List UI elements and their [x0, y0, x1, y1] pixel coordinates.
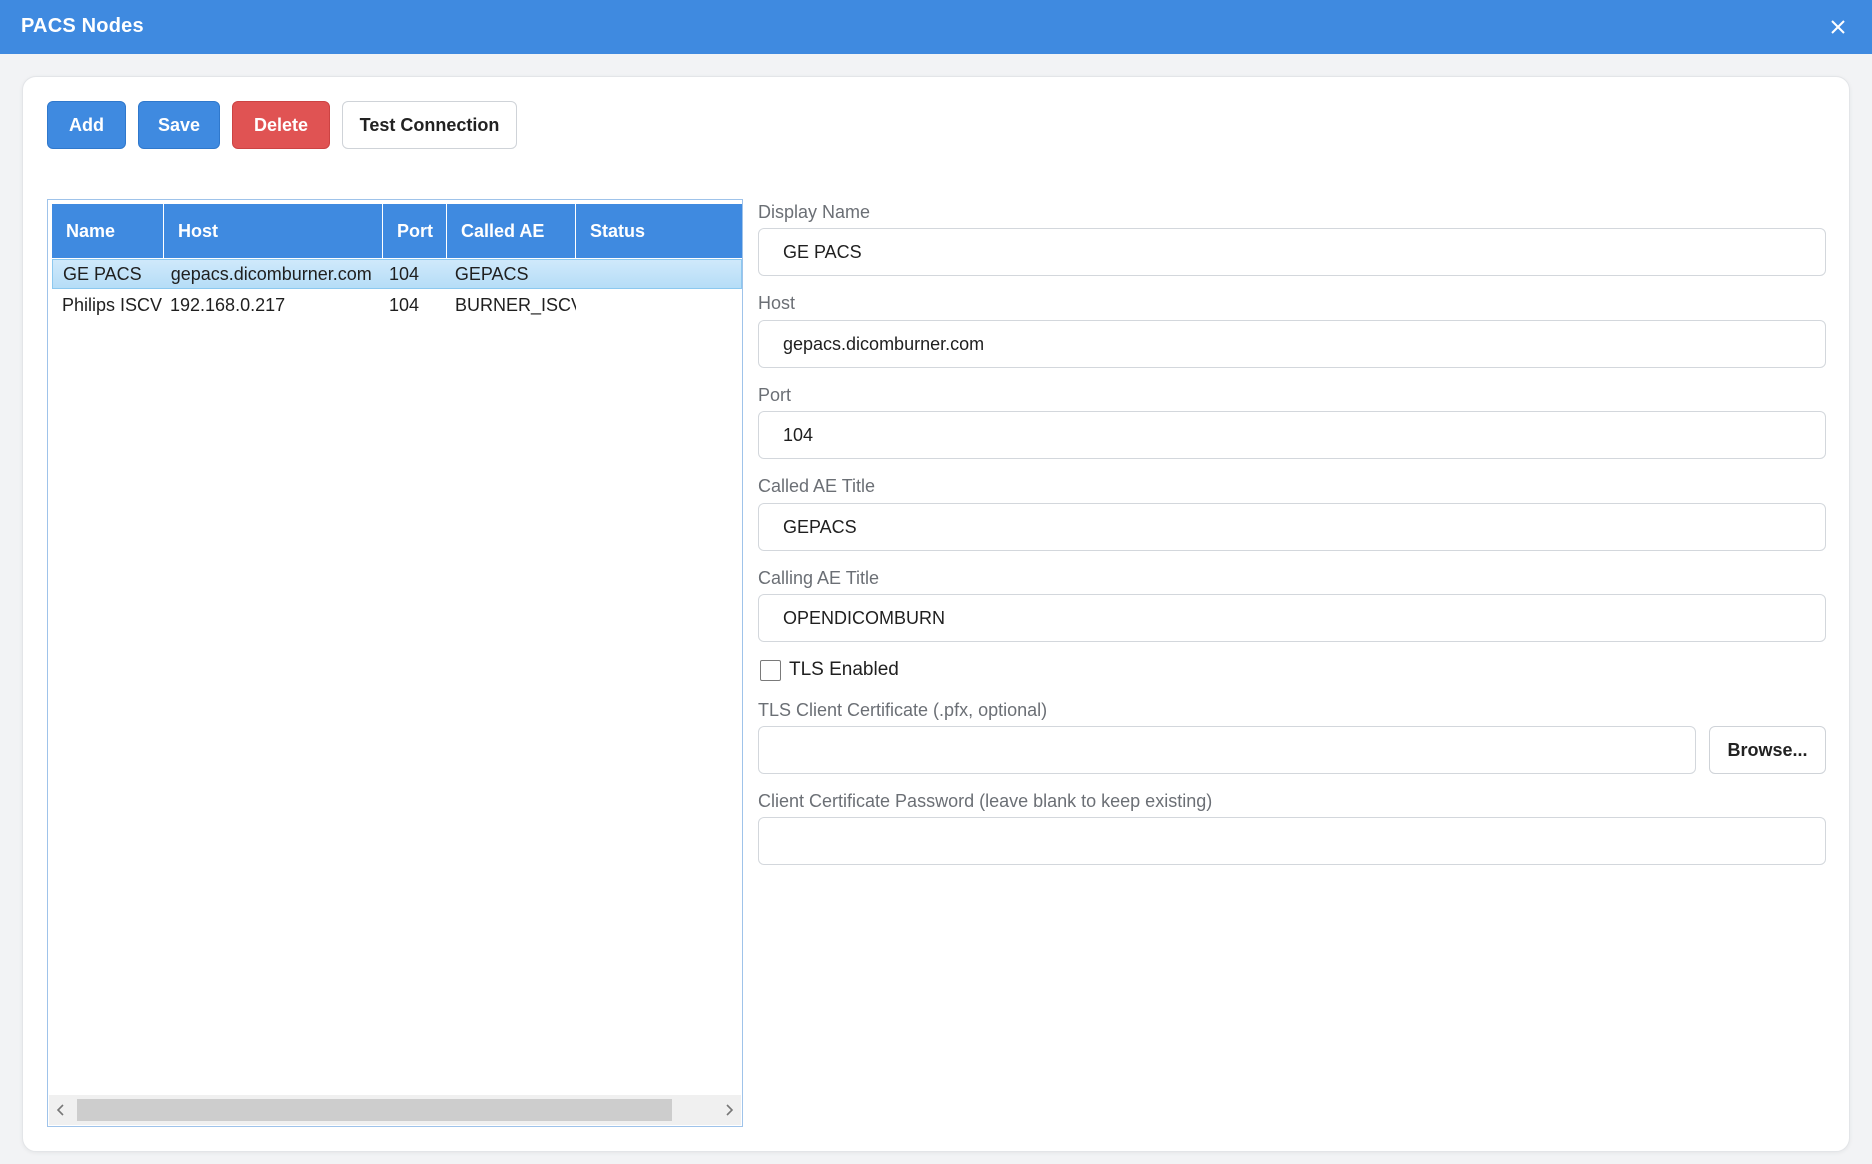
calling-ae-title-field[interactable]: [758, 594, 1826, 642]
cell-port: 104: [389, 294, 420, 315]
column-header-called-ae[interactable]: Called AE: [447, 204, 576, 258]
calling-ae-title-label: Calling AE Title: [758, 568, 880, 588]
called-ae-title-field[interactable]: [758, 503, 1826, 551]
tls-certificate-label: TLS Client Certificate (.pfx, optional): [758, 700, 1048, 720]
port-label: Port: [758, 385, 792, 405]
scrollbar-thumb[interactable]: [77, 1099, 672, 1121]
column-header-host[interactable]: Host: [164, 204, 383, 258]
test-connection-button[interactable]: Test Connection: [342, 101, 517, 149]
horizontal-scrollbar[interactable]: [49, 1095, 741, 1125]
called-ae-title-label: Called AE Title: [758, 476, 876, 496]
cell-name: GE PACS: [63, 263, 142, 284]
table-row[interactable]: Philips ISCV 192.168.0.217 104 BURNER_IS…: [52, 290, 742, 320]
cell-host: gepacs.dicomburner.com: [170, 263, 372, 284]
chevron-right-icon[interactable]: [717, 1095, 741, 1125]
certificate-password-field[interactable]: [758, 817, 1826, 865]
cell-host: 192.168.0.217: [170, 294, 286, 315]
display-name-label: Display Name: [758, 202, 871, 222]
chevron-left-icon[interactable]: [49, 1095, 73, 1125]
title-bar: PACS Nodes: [0, 0, 1872, 54]
host-label: Host: [758, 293, 796, 313]
save-button[interactable]: Save: [138, 101, 220, 149]
pacs-nodes-grid[interactable]: Name Host Port Called AE Status GE PACS …: [47, 199, 743, 1127]
certificate-password-label: Client Certificate Password (leave blank…: [758, 791, 1213, 811]
window-title: PACS Nodes: [21, 15, 144, 37]
delete-button[interactable]: Delete: [232, 101, 330, 149]
cell-port: 104: [389, 263, 420, 284]
column-header-name[interactable]: Name: [52, 204, 164, 258]
cell-called-ae: GEPACS: [454, 263, 529, 284]
tls-enabled-toggle[interactable]: TLS Enabled: [760, 659, 899, 681]
display-name-field[interactable]: [758, 228, 1826, 276]
cell-called-ae: BURNER_ISCV: [455, 294, 576, 315]
add-button[interactable]: Add: [47, 101, 126, 149]
grid-header: Name Host Port Called AE Status: [52, 204, 742, 258]
tls-enabled-checkbox[interactable]: [760, 659, 781, 681]
browse-button[interactable]: Browse...: [1709, 726, 1826, 774]
column-header-port[interactable]: Port: [383, 204, 447, 258]
close-icon[interactable]: [1824, 13, 1852, 41]
host-field[interactable]: [758, 320, 1826, 368]
port-field[interactable]: [758, 411, 1826, 459]
column-header-status[interactable]: Status: [576, 204, 742, 258]
table-row[interactable]: GE PACS gepacs.dicomburner.com 104 GEPAC…: [52, 259, 742, 289]
tls-enabled-label: TLS Enabled: [789, 659, 899, 680]
tls-certificate-field[interactable]: [758, 726, 1696, 774]
cell-name: Philips ISCV: [62, 294, 163, 315]
